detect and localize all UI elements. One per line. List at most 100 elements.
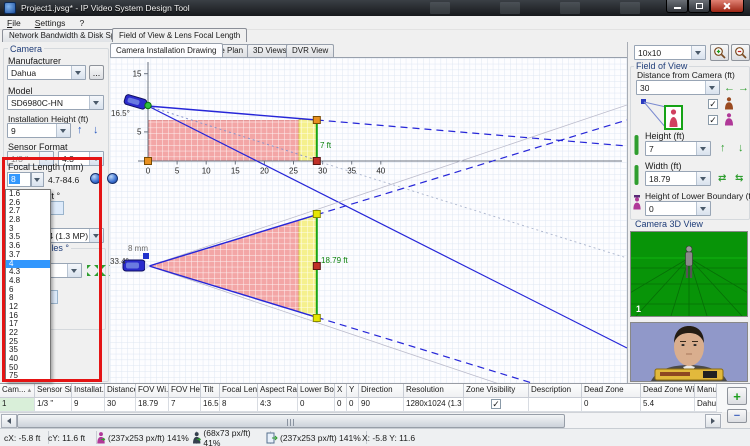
minimize-button[interactable] [666,0,688,13]
distance-increase-icon[interactable]: → [738,83,749,94]
table-cell[interactable]: 1280x1024 (1.3 MP [404,398,464,412]
zoom-out-button[interactable] [731,44,750,61]
table-header-cell[interactable]: Cam...▴ [0,384,35,398]
horizontal-scrollbar[interactable] [0,412,722,428]
table-cell[interactable]: 16.5 [201,398,220,412]
height-select[interactable]: 7 [645,141,711,156]
table-cell[interactable]: 1 [0,398,35,412]
table-header-cell[interactable]: Tilt [201,384,220,398]
dropdown-arrow-icon[interactable] [71,66,85,79]
table-header-cell[interactable]: Dead Zone [582,384,641,398]
plan-camera-handle[interactable] [143,253,149,259]
focal-dropdown-button[interactable] [31,172,44,187]
dropdown-arrow-icon[interactable] [705,81,719,94]
remove-camera-button[interactable]: − [727,409,747,423]
table-header-cell[interactable]: Focal Len... [220,384,258,398]
table-cell[interactable]: 0 [335,398,347,412]
table-cell[interactable]: 7 [169,398,201,412]
distance-decrease-icon[interactable]: ← [724,83,735,94]
focal-auto-icon[interactable] [90,173,101,184]
table-header-cell[interactable]: Y [347,384,359,398]
model-select[interactable]: SD6980C-HN [7,95,104,110]
table-cell[interactable]: 30 [105,398,136,412]
dropdown-arrow-icon[interactable] [691,46,705,59]
table-data-row[interactable]: 11/3 "93018.79716.584:3000901280x1024 (1… [0,398,750,412]
tab-field-of-view[interactable]: Field of View & Lens Focal Length [112,28,247,42]
lower-camera-icon[interactable]: ↓ [93,125,99,136]
table-header-cell[interactable]: Resolution [404,384,464,398]
dropdown-arrow-icon[interactable] [89,229,103,242]
width-select[interactable]: 18.79 [645,171,711,186]
focal-calc-icon[interactable] [107,173,118,184]
width-narrow-icon[interactable]: ⇄ [718,173,726,184]
dropdown-arrow-icon[interactable] [696,202,710,215]
zone-visibility-checkbox[interactable]: ✓ [491,399,501,409]
side-target-bottom-handle[interactable] [313,158,320,165]
table-header-cell[interactable]: Dead Zone Width [641,384,695,398]
maximize-button[interactable] [688,0,710,13]
side-target-top-handle[interactable] [313,117,320,124]
table-cell[interactable]: 5.4 [641,398,695,412]
add-camera-button[interactable]: + [727,387,747,405]
table-cell[interactable]: 4:3 [258,398,298,412]
show-person2-checkbox[interactable]: ✓ [708,115,718,125]
table-header-cell[interactable]: Distance [105,384,136,398]
width-widen-icon[interactable]: ⇆ [735,173,743,184]
table-cell[interactable]: 1/3 " [35,398,72,412]
dropdown-arrow-icon[interactable] [56,124,70,137]
dropdown-arrow-icon[interactable] [67,264,81,277]
distance-select[interactable]: 30 [636,80,720,95]
table-header-cell[interactable]: Installat... [72,384,105,398]
table-header-cell[interactable]: Manuf... [695,384,717,398]
table-cell[interactable]: 9 [72,398,105,412]
dropdown-arrow-icon[interactable] [89,96,103,109]
title-bar[interactable]: Project1.jvsg* - IP Video System Design … [0,0,750,16]
camera-3d-viewport[interactable]: 1 [630,231,748,317]
raise-camera-icon[interactable]: ↑ [77,125,83,136]
focal-length-input[interactable]: 8 [7,172,31,187]
table-header-cell[interactable]: Sensor Si... [35,384,72,398]
side-camera-handle[interactable] [145,102,151,108]
plan-target-top-handle[interactable] [313,211,320,218]
table-cell[interactable]: 90 [359,398,404,412]
table-header-cell[interactable]: FOV Heig... [169,384,201,398]
table-header-cell[interactable]: Lower Bou... [298,384,335,398]
table-cell[interactable]: 0 [298,398,335,412]
scroll-left-button[interactable] [1,414,17,428]
dropdown-arrow-icon[interactable] [89,152,103,165]
table-cell[interactable]: Dahua [695,398,717,412]
fit-angle-icon[interactable] [86,264,99,277]
table-header-cell[interactable]: Zone Visibility [464,384,529,398]
manufacturer-select[interactable]: Dahua [7,65,86,80]
zoom-in-button[interactable] [710,44,729,61]
table-header-cell[interactable]: X [335,384,347,398]
lower-boundary-select[interactable]: 0 [645,201,711,216]
manufacturer-more-button[interactable]: ... [89,65,104,80]
table-header-cell[interactable]: Aspect Ra... [258,384,298,398]
tab-camera-installation-drawing[interactable]: Camera Installation Drawing [110,43,223,57]
dropdown-arrow-icon[interactable] [696,172,710,185]
tab-dvr-view[interactable]: DVR View [286,44,334,57]
focal-option[interactable]: 75 [6,372,50,381]
scale-select[interactable]: 10x10 [634,45,706,60]
table-cell[interactable]: ✓ [464,398,529,412]
plan-target-bottom-handle[interactable] [313,315,320,322]
scrollbar-thumb[interactable] [17,414,565,428]
show-person1-checkbox[interactable]: ✓ [708,99,718,109]
height-increase-icon[interactable]: ↑ [720,143,726,154]
table-cell[interactable]: 0 [582,398,641,412]
table-cell[interactable] [529,398,582,412]
plan-target-center-handle[interactable] [313,263,320,270]
dropdown-arrow-icon[interactable] [696,142,710,155]
menu-settings[interactable]: Settings [28,18,73,28]
scroll-right-button[interactable] [705,414,721,428]
table-header-cell[interactable]: Description [529,384,582,398]
table-header-cell[interactable]: Direction [359,384,404,398]
close-button[interactable] [710,0,744,13]
height-decrease-icon[interactable]: ↓ [738,143,744,154]
menu-help[interactable]: ? [72,18,91,28]
menu-file[interactable]: File [0,18,28,28]
table-header-cell[interactable]: FOV Wi... [136,384,169,398]
table-cell[interactable]: 18.79 [136,398,169,412]
table-cell[interactable]: 8 [220,398,258,412]
